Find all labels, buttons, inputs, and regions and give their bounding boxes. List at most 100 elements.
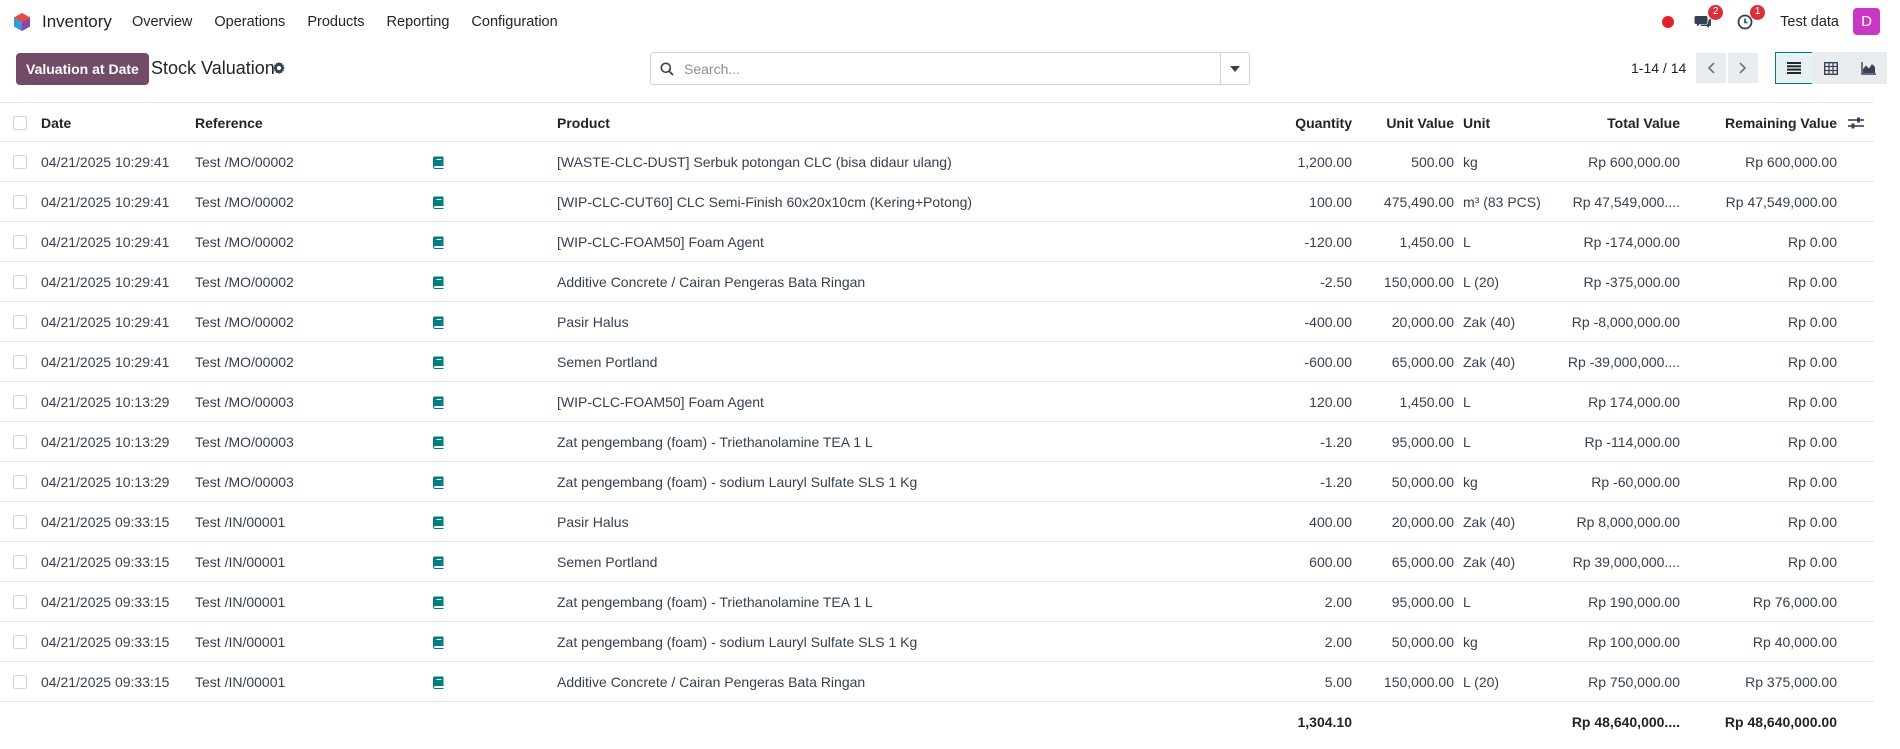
- valuation-at-date-button[interactable]: Valuation at Date: [16, 53, 149, 85]
- cell-unit: kg: [1463, 474, 1478, 490]
- menu-reporting[interactable]: Reporting: [387, 14, 450, 30]
- book-icon[interactable]: [432, 556, 445, 569]
- company-switcher[interactable]: Test data: [1780, 14, 1839, 30]
- cell-quantity: 100.00: [1309, 194, 1352, 210]
- search-input[interactable]: [684, 60, 1204, 77]
- cell-product: [WIP-CLC-FOAM50] Foam Agent: [557, 394, 764, 410]
- table-row[interactable]: 04/21/2025 10:13:29 Test /MO/00003 Zat pen…: [0, 462, 1874, 502]
- book-icon[interactable]: [432, 476, 445, 489]
- book-icon[interactable]: [432, 636, 445, 649]
- cell-date: 04/21/2025 09:33:15: [41, 634, 170, 650]
- table-row[interactable]: 04/21/2025 10:29:41 Test /MO/00002 [WIP-CL…: [0, 222, 1874, 262]
- table-header: Date Reference Product Quantity Unit Val…: [0, 102, 1874, 142]
- row-checkbox[interactable]: [13, 475, 27, 489]
- cell-product: Zat pengembang (foam) - Triethanolamine …: [557, 594, 873, 610]
- table-row[interactable]: 04/21/2025 10:29:41 Test /MO/00002 Semen P…: [0, 342, 1874, 382]
- book-icon[interactable]: [432, 316, 445, 329]
- top-navbar: Inventory Overview Operations Products R…: [0, 0, 1900, 43]
- row-checkbox[interactable]: [13, 155, 27, 169]
- column-product[interactable]: Product: [557, 103, 610, 143]
- table-row[interactable]: 04/21/2025 10:13:29 Test /MO/00003 [WIP-CL…: [0, 382, 1874, 422]
- book-icon[interactable]: [432, 236, 445, 249]
- row-checkbox[interactable]: [13, 275, 27, 289]
- menu-operations[interactable]: Operations: [214, 14, 285, 30]
- table-row[interactable]: 04/21/2025 10:29:41 Test /MO/00002 [WASTE-…: [0, 142, 1874, 182]
- list-view-button[interactable]: [1775, 52, 1813, 84]
- row-checkbox[interactable]: [13, 235, 27, 249]
- row-checkbox[interactable]: [13, 595, 27, 609]
- search-options-toggle[interactable]: [1220, 53, 1249, 84]
- table-row[interactable]: 04/21/2025 10:29:41 Test /MO/00002 [WIP-CL…: [0, 182, 1874, 222]
- book-icon[interactable]: [432, 156, 445, 169]
- cell-remaining-value: Rp 0.00: [1787, 554, 1837, 570]
- row-checkbox[interactable]: [13, 195, 27, 209]
- row-checkbox[interactable]: [13, 355, 27, 369]
- row-checkbox[interactable]: [13, 555, 27, 569]
- book-icon[interactable]: [432, 676, 445, 689]
- cell-product: [WASTE-CLC-DUST] Serbuk potongan CLC (bi…: [557, 154, 952, 170]
- table-row[interactable]: 04/21/2025 09:33:15 Test /IN/00001 Zat pen…: [0, 622, 1874, 662]
- gear-icon[interactable]: [272, 61, 286, 75]
- pivot-view-icon: [1824, 61, 1838, 75]
- cell-quantity: 400.00: [1309, 514, 1352, 530]
- menu-products[interactable]: Products: [307, 14, 364, 30]
- table-row[interactable]: 04/21/2025 09:33:15 Test /IN/00001 Pasir H…: [0, 502, 1874, 542]
- menu-configuration[interactable]: Configuration: [471, 14, 557, 30]
- adjust-columns-icon[interactable]: [1848, 116, 1864, 130]
- table-row[interactable]: 04/21/2025 10:29:41 Test /MO/00002 Pasir H…: [0, 302, 1874, 342]
- row-checkbox[interactable]: [13, 675, 27, 689]
- pager-value[interactable]: 1-14 / 14: [1631, 60, 1686, 76]
- pager-next-button[interactable]: [1728, 53, 1758, 83]
- table-row[interactable]: 04/21/2025 09:33:15 Test /IN/00001 Semen P…: [0, 542, 1874, 582]
- cell-total-value: Rp 47,549,000....: [1572, 194, 1680, 210]
- book-icon[interactable]: [432, 436, 445, 449]
- activities-button[interactable]: 1: [1734, 4, 1766, 33]
- table-row[interactable]: 04/21/2025 09:33:15 Test /IN/00001 Additiv…: [0, 662, 1874, 702]
- column-reference[interactable]: Reference: [195, 103, 263, 143]
- cell-date: 04/21/2025 10:29:41: [41, 154, 170, 170]
- table-row[interactable]: 04/21/2025 10:13:29 Test /MO/00003 Zat pen…: [0, 422, 1874, 462]
- cell-remaining-value: Rp 0.00: [1787, 274, 1837, 290]
- table-row[interactable]: 04/21/2025 10:29:41 Test /MO/00002 Additiv…: [0, 262, 1874, 302]
- column-quantity[interactable]: Quantity: [1240, 103, 1352, 143]
- cell-remaining-value: Rp 375,000.00: [1745, 674, 1837, 690]
- app-name[interactable]: Inventory: [42, 12, 112, 32]
- row-checkbox[interactable]: [13, 315, 27, 329]
- graph-view-button[interactable]: [1849, 52, 1887, 84]
- avatar[interactable]: D: [1853, 8, 1880, 35]
- cell-product: Zat pengembang (foam) - Triethanolamine …: [557, 434, 873, 450]
- pivot-view-button[interactable]: [1812, 52, 1850, 84]
- column-remaining-value[interactable]: Remaining Value: [1690, 103, 1837, 143]
- book-icon[interactable]: [432, 516, 445, 529]
- cell-reference: Test /IN/00001: [195, 514, 286, 530]
- messages-button[interactable]: 2: [1692, 4, 1724, 33]
- book-icon[interactable]: [432, 276, 445, 289]
- column-unit-value[interactable]: Unit Value: [1360, 103, 1454, 143]
- cell-unit-value: 65,000.00: [1391, 354, 1454, 370]
- column-unit[interactable]: Unit: [1463, 103, 1490, 143]
- cell-reference: Test /MO/00002: [195, 194, 294, 210]
- pager-previous-button[interactable]: [1696, 53, 1726, 83]
- book-icon[interactable]: [432, 596, 445, 609]
- column-total-value[interactable]: Total Value: [1540, 103, 1680, 143]
- row-checkbox[interactable]: [13, 635, 27, 649]
- row-checkbox[interactable]: [13, 435, 27, 449]
- column-date[interactable]: Date: [41, 103, 71, 143]
- record-dot-icon[interactable]: [1662, 15, 1675, 28]
- row-checkbox[interactable]: [13, 515, 27, 529]
- book-icon[interactable]: [432, 196, 445, 209]
- row-checkbox[interactable]: [13, 395, 27, 409]
- total-remaining-value: Rp 48,640,000.00: [1724, 714, 1837, 730]
- select-all-checkbox[interactable]: [13, 116, 27, 130]
- book-icon[interactable]: [432, 396, 445, 409]
- book-icon[interactable]: [432, 356, 445, 369]
- app-brand[interactable]: Inventory: [12, 12, 132, 32]
- cell-reference: Test /MO/00002: [195, 154, 294, 170]
- cell-unit: L: [1463, 594, 1471, 610]
- cell-total-value: Rp -60,000.00: [1591, 474, 1680, 490]
- cell-unit: L: [1463, 234, 1471, 250]
- cell-quantity: -1.20: [1320, 434, 1352, 450]
- menu-overview[interactable]: Overview: [132, 14, 192, 30]
- table-row[interactable]: 04/21/2025 09:33:15 Test /IN/00001 Zat pen…: [0, 582, 1874, 622]
- page-title: Stock Valuation: [151, 58, 275, 78]
